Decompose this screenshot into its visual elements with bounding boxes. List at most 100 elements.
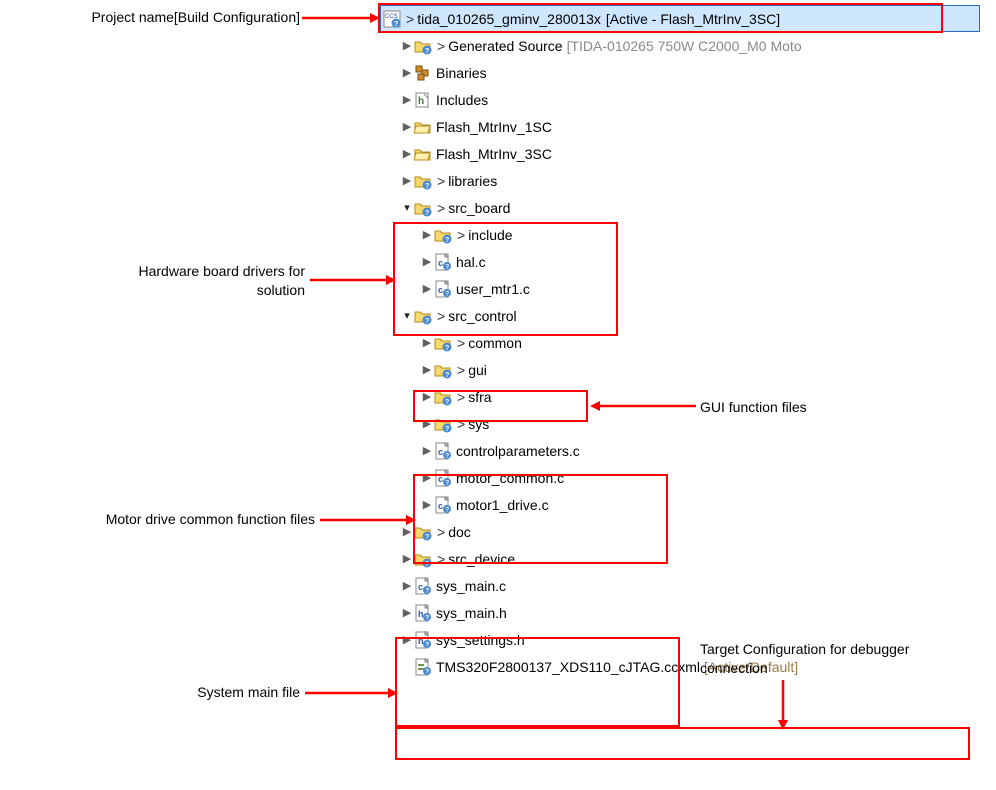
- tree-label: controlparameters.c: [456, 443, 580, 459]
- tree-item-flash3sc[interactable]: ▶ Flash_MtrInv_3SC: [380, 140, 980, 167]
- caret-right-icon[interactable]: ▶: [400, 147, 414, 160]
- tree-item-binaries[interactable]: ▶ Binaries: [380, 59, 980, 86]
- vcs-modified-marker: >: [457, 362, 465, 378]
- folder-question-icon: [434, 388, 452, 406]
- c-file-icon: [434, 469, 452, 487]
- tree-label: Includes: [436, 92, 488, 108]
- folder-question-icon: [414, 199, 432, 217]
- folder-icon: [414, 145, 432, 163]
- tree-item-sys[interactable]: ▶ > sys: [380, 410, 980, 437]
- tree-item-motor1-drive-c[interactable]: ▶ motor1_drive.c: [380, 491, 980, 518]
- tree-item-hal-c[interactable]: ▶ hal.c: [380, 248, 980, 275]
- tree-label: Binaries: [436, 65, 487, 81]
- tree-item-src-control[interactable]: ▾ > src_control: [380, 302, 980, 329]
- tree-label: Flash_MtrInv_1SC: [436, 119, 552, 135]
- caret-right-icon[interactable]: ▶: [400, 525, 414, 538]
- tree-item-generated-source[interactable]: ▶ > Generated Source [TIDA-010265 750W C…: [380, 32, 980, 59]
- c-file-icon: [414, 577, 432, 595]
- caret-right-icon[interactable]: ▶: [420, 363, 434, 376]
- caret-right-icon[interactable]: ▶: [420, 336, 434, 349]
- h-file-icon: [414, 604, 432, 622]
- folder-question-icon: [414, 37, 432, 55]
- tree-item-gui[interactable]: ▶ > gui: [380, 356, 980, 383]
- annotation-sys-main: System main file: [135, 683, 300, 702]
- caret-right-icon[interactable]: ▶: [420, 255, 434, 268]
- caret-down-icon[interactable]: ▾: [400, 309, 414, 322]
- annotation-target-config: Target Configuration for debugger connec…: [700, 640, 980, 678]
- caret-right-icon[interactable]: ▶: [400, 552, 414, 565]
- tree-hint: [TIDA-010265 750W C2000_M0 Moto: [567, 38, 802, 54]
- caret-right-icon[interactable]: ▶: [420, 282, 434, 295]
- caret-down-icon[interactable]: ▾: [400, 201, 414, 214]
- h-file-icon: [414, 631, 432, 649]
- vcs-modified-marker: >: [457, 389, 465, 405]
- tree-label: src_control: [448, 308, 516, 324]
- tree-item-sys-main-h[interactable]: ▶ sys_main.h: [380, 599, 980, 626]
- vcs-modified-marker: >: [437, 308, 445, 324]
- annotation-motor-files: Motor drive common function files: [50, 510, 315, 529]
- caret-right-icon[interactable]: ▶: [400, 579, 414, 592]
- caret-right-icon[interactable]: ▶: [420, 228, 434, 241]
- folder-question-icon: [434, 415, 452, 433]
- tree-item-common[interactable]: ▶ > common: [380, 329, 980, 356]
- tree-item-sfra[interactable]: ▶ > sfra: [380, 383, 980, 410]
- caret-right-icon[interactable]: ▶: [420, 417, 434, 430]
- tree-label: src_device: [448, 551, 515, 567]
- tree-label: doc: [448, 524, 471, 540]
- tree-label: hal.c: [456, 254, 486, 270]
- caret-right-icon[interactable]: ▶: [400, 39, 414, 52]
- tree-item-include[interactable]: ▶ > include: [380, 221, 980, 248]
- tree-item-src-board[interactable]: ▾ > src_board: [380, 194, 980, 221]
- c-file-icon: [434, 253, 452, 271]
- tree-label: gui: [468, 362, 487, 378]
- vcs-modified-marker: >: [457, 335, 465, 351]
- folder-question-icon: [414, 307, 432, 325]
- tree-item-sys-main-c[interactable]: ▶ sys_main.c: [380, 572, 980, 599]
- tree-label: common: [468, 335, 522, 351]
- tree-item-user-mtr1-c[interactable]: ▶ user_mtr1.c: [380, 275, 980, 302]
- caret-right-icon[interactable]: ▶: [400, 120, 414, 133]
- tree-label: Flash_MtrInv_3SC: [436, 146, 552, 162]
- tree-label: sfra: [468, 389, 491, 405]
- tree-label: include: [468, 227, 512, 243]
- tree-item-src-device[interactable]: ▶ > src_device: [380, 545, 980, 572]
- caret-right-icon[interactable]: ▶: [420, 390, 434, 403]
- arrow-sys-main: [303, 685, 398, 705]
- tree-label: TMS320F2800137_XDS110_cJTAG.ccxml: [436, 659, 700, 675]
- tree-label: motor_common.c: [456, 470, 564, 486]
- folder-question-icon: [414, 550, 432, 568]
- tree-item-project-root[interactable]: > tida_010265_gminv_280013x [Active - Fl…: [380, 5, 980, 32]
- tree-item-libraries[interactable]: ▶ > libraries: [380, 167, 980, 194]
- tree-item-doc[interactable]: ▶ > doc: [380, 518, 980, 545]
- folder-icon: [414, 118, 432, 136]
- folder-question-icon: [434, 361, 452, 379]
- tree-label: src_board: [448, 200, 510, 216]
- tree-label: sys: [468, 416, 489, 432]
- caret-right-icon[interactable]: ▶: [400, 66, 414, 79]
- caret-right-icon[interactable]: ▶: [400, 633, 414, 646]
- vcs-modified-marker: >: [437, 551, 445, 567]
- caret-right-icon[interactable]: ▶: [400, 174, 414, 187]
- caret-right-icon[interactable]: ▶: [420, 498, 434, 511]
- tree-item-includes[interactable]: ▶ Includes: [380, 86, 980, 113]
- tree-label: user_mtr1.c: [456, 281, 530, 297]
- arrow-target-config: [774, 678, 794, 730]
- caret-right-icon[interactable]: ▶: [420, 444, 434, 457]
- tree-item-flash1sc[interactable]: ▶ Flash_MtrInv_1SC: [380, 113, 980, 140]
- annotation-board-drivers: Hardware board drivers for solution: [95, 262, 305, 300]
- caret-right-icon[interactable]: ▶: [420, 471, 434, 484]
- tree-label: sys_main.h: [436, 605, 507, 621]
- tree-label: Generated Source: [448, 38, 562, 54]
- vcs-modified-marker: >: [437, 38, 445, 54]
- caret-right-icon[interactable]: ▶: [400, 606, 414, 619]
- tree-label: sys_settings.h: [436, 632, 525, 648]
- annotation-project-name: Project name[Build Configuration]: [10, 8, 300, 27]
- tree-item-motor-common-c[interactable]: ▶ motor_common.c: [380, 464, 980, 491]
- c-file-icon: [434, 442, 452, 460]
- caret-right-icon[interactable]: ▶: [400, 93, 414, 106]
- vcs-modified-marker: >: [457, 227, 465, 243]
- folder-question-icon: [414, 172, 432, 190]
- tree-item-controlparameters-c[interactable]: ▶ controlparameters.c: [380, 437, 980, 464]
- vcs-modified-marker: >: [406, 11, 414, 27]
- ccxml-file-icon: [414, 658, 432, 676]
